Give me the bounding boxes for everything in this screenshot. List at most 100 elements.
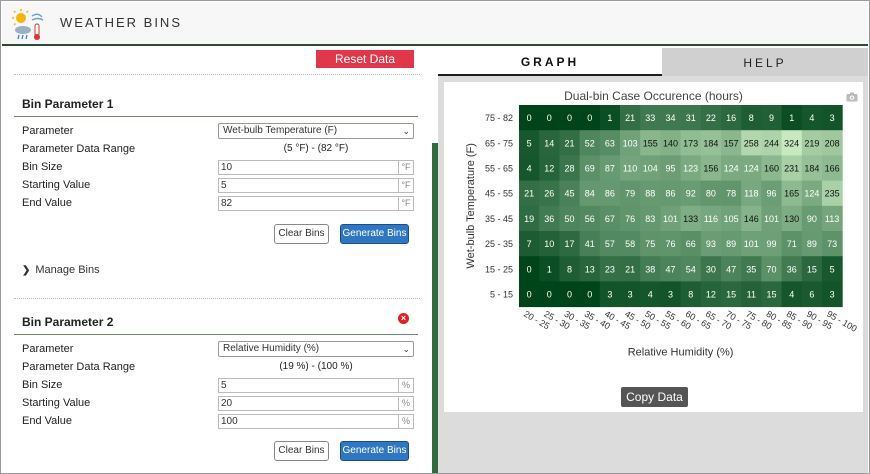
bin2-size-input[interactable]: 5 xyxy=(218,378,399,393)
heatmap-cell-label: 15 xyxy=(807,264,817,274)
heatmap-cell-label: 1 xyxy=(547,264,552,274)
heatmap-cell-label: 0 xyxy=(567,113,572,123)
manage-bins-label: Manage Bins xyxy=(35,264,100,276)
heatmap-cell-label: 165 xyxy=(784,189,799,199)
bin2-start-label: Starting Value xyxy=(22,397,91,409)
bin1-parameter-value: Wet-bulb Temperature (F) xyxy=(223,125,338,136)
heatmap-cell-label: 45 xyxy=(564,189,574,199)
heatmap-cell-label: 231 xyxy=(784,164,799,174)
heatmap-cell-label: 89 xyxy=(807,239,817,249)
bin1-generate-bins-button[interactable]: Generate Bins xyxy=(340,224,409,244)
heatmap-cell-label: 15 xyxy=(766,290,776,300)
bin2-start-input[interactable]: 20 xyxy=(218,396,399,411)
bin-parameter-1-title: Bin Parameter 1 xyxy=(22,97,114,111)
y-tick-label: 15 - 25 xyxy=(485,264,513,274)
heatmap-cell-label: 156 xyxy=(703,164,718,174)
heatmap-cell-label: 75 xyxy=(645,239,655,249)
heatmap-cell-label: 110 xyxy=(623,164,637,174)
heatmap-cell-label: 50 xyxy=(564,214,574,224)
y-tick-label: 75 - 82 xyxy=(485,113,513,123)
bin2-end-input[interactable]: 100 xyxy=(218,414,399,429)
heatmap-cell-label: 78 xyxy=(726,189,736,199)
heatmap-cell-label: 19 xyxy=(524,214,534,224)
bin1-parameter-select[interactable]: Wet-bulb Temperature (F) ⌄ xyxy=(218,123,414,139)
manage-bins-toggle[interactable]: ❯ Manage Bins xyxy=(22,264,100,276)
heatmap-cell-label: 160 xyxy=(764,164,779,174)
heatmap-cell-label: 21 xyxy=(625,113,635,123)
heatmap-cell-label: 16 xyxy=(726,113,736,123)
camera-icon[interactable] xyxy=(846,92,858,102)
heatmap-cell-label: 12 xyxy=(544,164,554,174)
bin2-clear-bins-button[interactable]: Clear Bins xyxy=(274,441,329,461)
heatmap-cell-label: 54 xyxy=(686,264,696,274)
dotted-divider xyxy=(14,74,420,75)
heatmap-cell-label: 155 xyxy=(643,138,658,148)
heatmap-cell-label: 157 xyxy=(724,138,739,148)
bin2-end-unit: % xyxy=(399,414,414,429)
chart-card: Dual-bin Case Occurence (hours) 0 0 0 0 1 21 3… xyxy=(444,82,863,412)
heatmap-cell-label: 17 xyxy=(564,239,574,249)
heatmap-cell-label: 66 xyxy=(686,239,696,249)
heatmap-cell-label: 105 xyxy=(724,214,739,224)
heatmap-cell-label: 1 xyxy=(789,113,794,123)
heatmap-cell-label: 103 xyxy=(623,138,638,148)
heatmap-cell-label: 184 xyxy=(703,138,718,148)
y-tick-label: 5 - 15 xyxy=(490,290,513,300)
heatmap-cell-label: 3 xyxy=(607,290,612,300)
heatmap-cell-label: 38 xyxy=(645,264,655,274)
heatmap-cell-label: 184 xyxy=(804,164,819,174)
heatmap-cell-label: 5 xyxy=(527,138,532,148)
bin1-start-unit: °F xyxy=(399,178,414,193)
heatmap-cell-label: 22 xyxy=(706,113,716,123)
heatmap-cell-label: 86 xyxy=(605,189,615,199)
heatmap-cell-label: 118 xyxy=(744,189,758,199)
y-axis-label: Wet-bulb Temperature (F) xyxy=(465,143,477,269)
reset-data-button[interactable]: Reset Data xyxy=(316,50,414,68)
heatmap-cell-label: 79 xyxy=(625,189,635,199)
x-axis-label: Relative Humidity (%) xyxy=(628,347,734,359)
chevron-right-icon: ❯ xyxy=(22,265,31,276)
heatmap-cell-label: 4 xyxy=(789,290,794,300)
app-title: WEATHER BINS xyxy=(60,15,182,30)
tab-graph[interactable]: GRAPH xyxy=(438,48,662,76)
bin1-start-input[interactable]: 5 xyxy=(218,178,399,193)
chart-title: Dual-bin Case Occurence (hours) xyxy=(564,89,743,103)
heatmap-cell-label: 6 xyxy=(809,290,814,300)
y-tick-label: 65 - 75 xyxy=(485,138,513,148)
heatmap-cell-label: 11 xyxy=(747,290,756,300)
tab-help[interactable]: HELP xyxy=(662,48,868,76)
bin1-size-input[interactable]: 10 xyxy=(218,160,399,175)
heatmap-cell-label: 70 xyxy=(766,264,776,274)
y-tick-label: 25 - 35 xyxy=(485,239,513,249)
heatmap-cell-label: 124 xyxy=(744,164,759,174)
bin-parameter-2-title: Bin Parameter 2 xyxy=(22,315,114,329)
bin2-range-label: Parameter Data Range xyxy=(22,361,136,373)
bin1-clear-bins-button[interactable]: Clear Bins xyxy=(274,224,329,244)
bin1-end-input[interactable]: 82 xyxy=(218,196,399,211)
y-tick-label: 35 - 45 xyxy=(485,214,513,224)
heatmap-cell-label: 1 xyxy=(607,113,612,123)
heatmap-cell-label: 58 xyxy=(625,239,635,249)
weather-logo-icon xyxy=(12,9,44,40)
heatmap-cell-label: 8 xyxy=(749,113,754,123)
y-tick-label: 45 - 55 xyxy=(485,189,513,199)
heatmap-chart: 0 0 0 0 1 21 33 34 31 22 16 8 9 1 4 35 14 21 52 63 103 155 140… xyxy=(465,105,859,359)
app-header: WEATHER BINS xyxy=(2,2,868,46)
bin2-generate-bins-button[interactable]: Generate Bins xyxy=(340,441,409,461)
y-tick-label: 55 - 65 xyxy=(485,164,513,174)
heatmap-cell-label: 76 xyxy=(625,214,635,224)
heatmap-cell-label: 21 xyxy=(625,264,635,274)
bin1-range-label: Parameter Data Range xyxy=(22,143,136,155)
heatmap-cell-label: 101 xyxy=(744,239,759,249)
remove-bin-icon[interactable]: × xyxy=(398,313,409,324)
heatmap-cell-label: 124 xyxy=(804,189,819,199)
chevron-down-icon: ⌄ xyxy=(402,126,410,136)
bin2-parameter-select[interactable]: Relative Humidity (%) ⌄ xyxy=(218,341,414,357)
heatmap-cell-label: 13 xyxy=(585,264,595,274)
heatmap-cell-label: 0 xyxy=(587,113,592,123)
heatmap-cell-label: 89 xyxy=(726,239,736,249)
heatmap-cell-label: 8 xyxy=(688,290,693,300)
bin2-size-label: Bin Size xyxy=(22,379,63,391)
copy-data-button[interactable]: Copy Data xyxy=(621,387,688,407)
heatmap-cell-label: 0 xyxy=(567,290,572,300)
